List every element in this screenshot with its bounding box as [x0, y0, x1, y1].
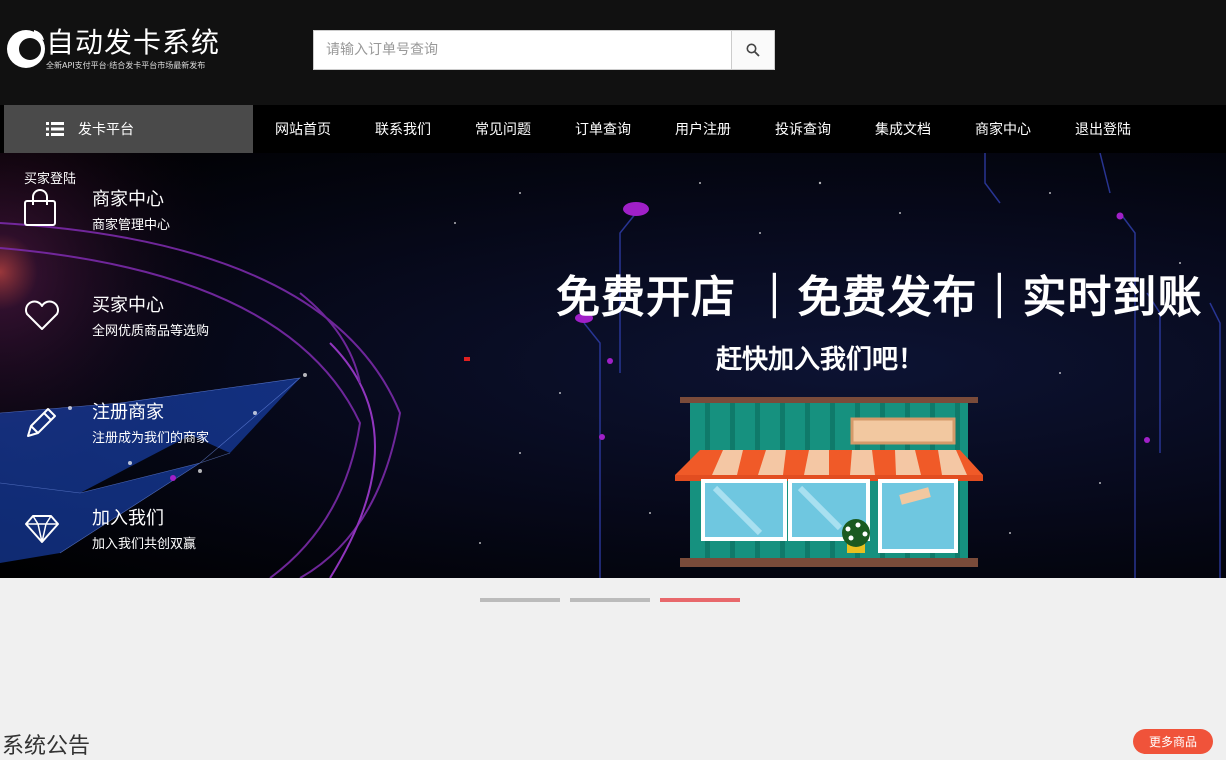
banner-subline: 赶快加入我们吧！	[716, 345, 925, 375]
nav-link-home[interactable]: 网站首页	[253, 105, 353, 153]
logo-icon	[7, 30, 45, 68]
order-search-input[interactable]	[314, 31, 732, 69]
nav-links: 网站首页 联系我们 常见问题 订单查询 用户注册 投诉查询 集成文档 商家中心 …	[253, 105, 1153, 153]
side-item-join-us[interactable]: 加入我们 加入我们共创双赢	[22, 504, 252, 564]
side-item-subtitle: 注册成为我们的商家	[92, 431, 210, 446]
shopping-bag-icon	[24, 189, 56, 226]
hero-banner: 免费开店 ｜免费发布｜实时到账 赶快加入我们吧！ 买家登陆 商家中心 商家管理中…	[0, 153, 1226, 578]
side-item-register-merchant[interactable]: 注册商家 注册成为我们的商家	[22, 398, 252, 458]
nav-link-logout[interactable]: 退出登陆	[1053, 105, 1153, 153]
nav-link-contact[interactable]: 联系我们	[353, 105, 453, 153]
nav-link-complaint[interactable]: 投诉查询	[753, 105, 853, 153]
diamond-icon	[25, 515, 59, 543]
side-item-merchant-center[interactable]: 商家中心 商家管理中心	[22, 185, 252, 245]
banner-headline: 免费开店 ｜免费发布｜实时到账	[556, 272, 1203, 323]
carousel-indicator-2[interactable]	[570, 598, 650, 602]
side-item-buyer-center[interactable]: 买家中心 全网优质商品等选购	[22, 291, 252, 351]
side-menu: 买家登陆 商家中心 商家管理中心 买家中心 全网优质商品等选购 注册商家 注册成	[0, 153, 253, 578]
logo-title: 自动发卡系统	[46, 26, 221, 59]
side-item-title: 商家中心	[92, 189, 164, 210]
nav-link-docs[interactable]: 集成文档	[853, 105, 953, 153]
main-nav: 发卡平台 网站首页 联系我们 常见问题 订单查询 用户注册 投诉查询 集成文档 …	[0, 105, 1226, 153]
search-button[interactable]	[731, 31, 774, 69]
carousel-indicator-1[interactable]	[480, 598, 560, 602]
notice-title: 系统公告	[2, 734, 91, 759]
header: 自动发卡系统 全新API支付平台·结合发卡平台市场最新发布	[0, 0, 1226, 105]
side-item-subtitle: 商家管理中心	[92, 218, 171, 233]
search-icon	[746, 43, 760, 57]
category-menu-label: 发卡平台	[78, 122, 134, 138]
side-item-subtitle: 全网优质商品等选购	[92, 324, 210, 339]
side-item-subtitle: 加入我们共创双赢	[92, 537, 197, 552]
carousel-indicator-3[interactable]	[660, 598, 740, 602]
carousel-indicators	[480, 598, 740, 602]
site-logo[interactable]: 自动发卡系统 全新API支付平台·结合发卡平台市场最新发布	[4, 24, 219, 76]
more-products-button[interactable]: 更多商品	[1133, 729, 1213, 754]
pencil-icon	[27, 408, 56, 437]
nav-link-faq[interactable]: 常见问题	[453, 105, 553, 153]
side-item-title: 加入我们	[92, 508, 164, 529]
category-menu-button[interactable]: 发卡平台	[4, 105, 253, 153]
nav-link-merchant[interactable]: 商家中心	[953, 105, 1053, 153]
nav-link-order-query[interactable]: 订单查询	[553, 105, 653, 153]
order-search	[313, 30, 775, 70]
side-item-title: 买家中心	[92, 295, 164, 316]
nav-link-register[interactable]: 用户注册	[653, 105, 753, 153]
shop-illustration	[675, 397, 983, 567]
logo-subtitle: 全新API支付平台·结合发卡平台市场最新发布	[46, 61, 206, 70]
list-icon	[46, 122, 64, 136]
side-item-title: 注册商家	[92, 402, 164, 423]
heart-icon	[25, 300, 59, 330]
